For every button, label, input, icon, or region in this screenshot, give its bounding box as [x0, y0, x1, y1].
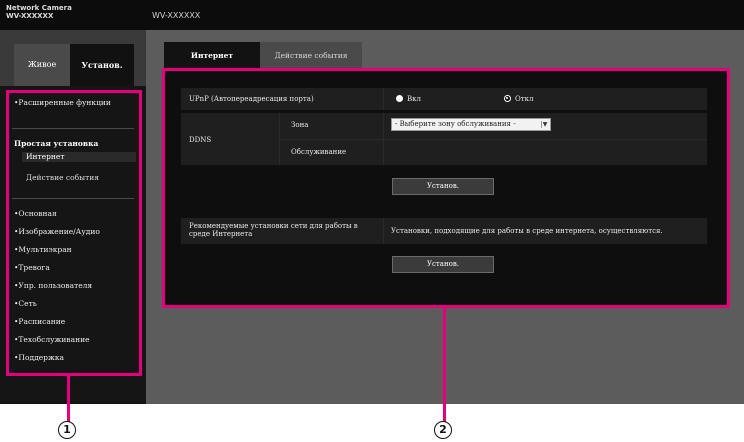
sidebar-item-advanced[interactable]: •Расширенные функции	[14, 98, 111, 108]
column-divider	[383, 88, 384, 110]
sidebar-item-basic[interactable]: •Основная	[14, 209, 57, 219]
camera-setup-screen: Network Camera WV-XXXXXX WV-XXXXXX Живое…	[0, 0, 744, 404]
set-button-2[interactable]: Установ.	[392, 256, 494, 273]
set-button[interactable]: Установ.	[392, 178, 494, 195]
tab-event-action[interactable]: Действие события	[260, 42, 362, 68]
sidebar-item-maintenance[interactable]: •Техобслуживание	[14, 335, 90, 345]
callout-marker-2: 2	[434, 421, 452, 439]
sidebar-item-image-audio[interactable]: •Изображение/Аудио	[14, 227, 100, 237]
recommend-label: Рекомендуемые установки сети для работы …	[189, 222, 358, 238]
model-name: WV-XXXXXX	[152, 11, 201, 20]
upnp-off-label: Откл	[515, 95, 534, 103]
chevron-down-icon: ▼	[541, 121, 548, 128]
upnp-off-radio[interactable]	[504, 95, 511, 102]
sidebar-item-user-mng[interactable]: •Упр. пользователя	[14, 281, 92, 291]
top-bar: Network Camera WV-XXXXXX WV-XXXXXX	[0, 0, 744, 30]
ddns-label: DDNS	[189, 136, 212, 144]
tab-internet[interactable]: Интернет	[164, 42, 260, 68]
callout-marker-1: 1	[58, 421, 76, 439]
sidebar-item-network[interactable]: •Сеть	[14, 299, 37, 309]
zone-label: Зона	[291, 121, 309, 129]
upnp-on-label: Вкл	[407, 95, 421, 103]
sidebar-item-easy-setup[interactable]: Простая установка	[14, 139, 98, 149]
service-label: Обслуживание	[291, 148, 347, 156]
sidebar-item-event-action[interactable]: Действие события	[26, 173, 99, 183]
callout-line-1	[67, 376, 70, 422]
sidebar-item-schedule[interactable]: •Расписание	[14, 317, 65, 327]
brand-logo: Network Camera WV-XXXXXX	[6, 4, 72, 20]
upnp-label: UPnP (Автопереадресация порта)	[189, 95, 314, 103]
row-divider	[279, 139, 707, 140]
sidebar-item-support[interactable]: •Поддержка	[14, 353, 64, 363]
callout-line-2	[443, 308, 446, 422]
zone-select[interactable]: - Выберите зону обслуживания - ▼	[391, 118, 551, 131]
recommend-text: Установки, подходящие для работы в среде…	[391, 227, 663, 235]
menu-divider	[12, 128, 134, 129]
mode-tabs: Живое Установ.	[0, 30, 146, 86]
sidebar-item-multiscreen[interactable]: •Мультиэкран	[14, 245, 72, 255]
sidebar-item-alarm[interactable]: •Тревога	[14, 263, 50, 273]
tab-live[interactable]: Живое	[14, 44, 70, 86]
column-divider	[383, 218, 384, 244]
menu-divider	[12, 198, 134, 199]
tab-setup[interactable]: Установ.	[70, 44, 134, 86]
upnp-on-radio[interactable]	[396, 95, 403, 102]
sidebar-item-internet[interactable]: Интернет	[22, 152, 136, 162]
